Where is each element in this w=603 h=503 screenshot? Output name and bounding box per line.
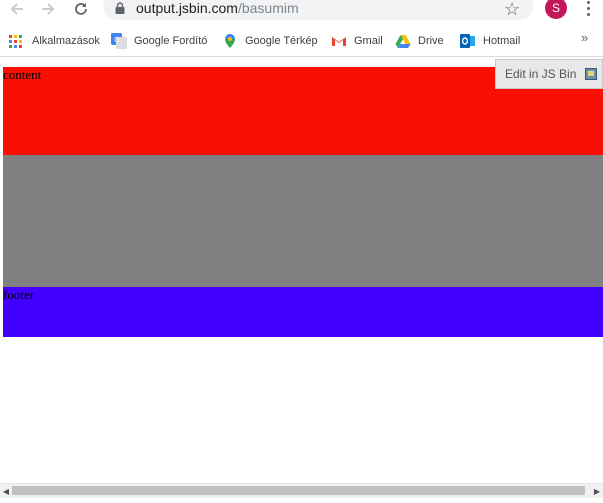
forward-arrow-icon[interactable] bbox=[39, 0, 57, 18]
edit-in-jsbin-label: Edit in JS Bin bbox=[505, 67, 577, 81]
footer-section: footer bbox=[3, 287, 603, 337]
scroll-right-arrow-icon[interactable]: ▶ bbox=[591, 484, 603, 498]
footer-label: footer bbox=[3, 287, 35, 302]
grey-section bbox=[3, 155, 603, 287]
profile-avatar[interactable]: S bbox=[545, 0, 567, 19]
browser-toolbar: output.jsbin.com/basumim ☆ S bbox=[0, 0, 603, 20]
url-path: /basumim bbox=[237, 0, 299, 16]
bookmark-drive[interactable]: Drive bbox=[395, 32, 444, 50]
google-maps-icon bbox=[225, 34, 235, 48]
horizontal-scrollbar[interactable]: ◀ ▶ bbox=[0, 483, 603, 498]
bookmark-google-translate[interactable]: G Google Fordító bbox=[111, 32, 207, 50]
edit-in-jsbin-button[interactable]: Edit in JS Bin bbox=[495, 59, 603, 89]
page-viewport: content footer bbox=[0, 57, 603, 483]
scroll-left-arrow-icon[interactable]: ◀ bbox=[0, 484, 12, 498]
star-icon[interactable]: ☆ bbox=[504, 0, 520, 19]
url-text: output.jsbin.com/basumim bbox=[136, 0, 299, 16]
jsbin-logo-icon bbox=[585, 68, 597, 80]
bookmark-label: Google Térkép bbox=[245, 35, 318, 47]
bookmark-label: Google Fordító bbox=[134, 35, 208, 47]
url-host: output.jsbin.com bbox=[136, 0, 238, 16]
reload-icon[interactable] bbox=[72, 0, 90, 18]
bookmark-hotmail[interactable]: Hotmail bbox=[460, 32, 520, 50]
scrollbar-thumb[interactable] bbox=[12, 486, 585, 495]
bookmark-gmail[interactable]: Gmail bbox=[331, 32, 383, 50]
bookmark-google-maps[interactable]: Google Térkép bbox=[222, 32, 318, 50]
google-drive-icon bbox=[395, 35, 411, 48]
address-bar[interactable]: output.jsbin.com/basumim bbox=[103, 0, 533, 20]
menu-dots-icon[interactable] bbox=[583, 0, 593, 18]
bookmark-label: Gmail bbox=[354, 35, 383, 47]
svg-text:G: G bbox=[114, 36, 119, 44]
bookmarks-bar: Alkalmazások G Google Fordító Google Tér… bbox=[0, 24, 603, 57]
content-label: content bbox=[3, 67, 42, 82]
bookmark-label: Alkalmazások bbox=[32, 35, 100, 47]
window-bottom-edge bbox=[0, 498, 603, 503]
google-translate-icon: G bbox=[111, 33, 127, 49]
apps-grid-icon bbox=[9, 34, 22, 48]
bookmark-label: Hotmail bbox=[483, 35, 521, 47]
gmail-icon bbox=[332, 37, 346, 46]
bookmarks-overflow-chevron-icon[interactable]: » bbox=[581, 30, 588, 45]
bookmark-label: Drive bbox=[418, 35, 444, 47]
back-arrow-icon[interactable] bbox=[8, 0, 26, 18]
lock-icon bbox=[115, 2, 125, 14]
outlook-icon bbox=[460, 34, 475, 48]
bookmark-apps[interactable]: Alkalmazások bbox=[9, 32, 100, 50]
